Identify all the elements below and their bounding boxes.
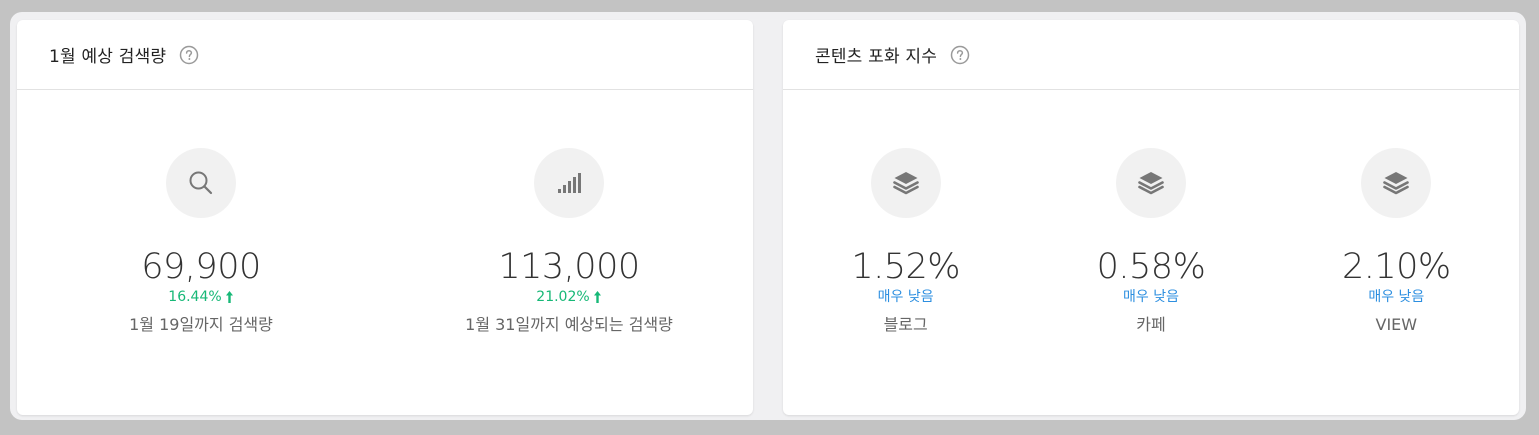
layers-icon (1361, 148, 1432, 218)
search-volume-card: 1월 예상 검색량 69,900 16.44% 1월 19일까지 검색량 113… (17, 20, 753, 415)
dashboard-panel: 1월 예상 검색량 69,900 16.44% 1월 19일까지 검색량 113… (10, 12, 1526, 420)
stat-value: 113,000 (498, 247, 640, 287)
stat-caption: VIEW (1375, 315, 1418, 334)
saturation-level: 매우 낮음 (1123, 289, 1179, 305)
stat-caption: 1월 31일까지 예상되는 검색량 (465, 315, 673, 334)
signal-bars-icon (534, 148, 604, 218)
stat-projected-search-volume: 113,000 21.02% 1월 31일까지 예상되는 검색량 (385, 90, 753, 414)
stat-current-search-volume: 69,900 16.44% 1월 19일까지 검색량 (17, 90, 385, 414)
stat-value: 0.58% (1096, 247, 1206, 287)
saturation-level: 매우 낮음 (877, 289, 934, 305)
layers-icon (1115, 148, 1186, 218)
card-title: 콘텐츠 포화 지수 (815, 47, 938, 67)
stat-change-value: 21.02% (536, 289, 590, 305)
stat-cafe-saturation: 0.58% 매우 낮음 카페 (1028, 90, 1273, 414)
stat-change-value: 16.44% (168, 289, 222, 305)
saturation-level: 매우 낮음 (1368, 289, 1425, 305)
content-saturation-card: 콘텐츠 포화 지수 1.52% 매우 낮음 블로그 0.58% 매우 낮음 카페… (783, 20, 1519, 415)
arrow-up-icon (225, 291, 233, 303)
search-icon (166, 148, 236, 218)
help-icon[interactable] (950, 45, 970, 65)
card-header: 1월 예상 검색량 (17, 20, 753, 90)
card-title: 1월 예상 검색량 (49, 47, 167, 67)
stat-caption: 블로그 (883, 315, 928, 334)
stat-change: 21.02% (536, 288, 601, 306)
stat-value: 1.52% (851, 247, 960, 287)
stat-change: 16.44% (168, 288, 233, 306)
help-icon[interactable] (179, 45, 199, 65)
layers-icon (870, 148, 941, 218)
stat-caption: 카페 (1136, 315, 1166, 334)
stat-value: 2.10% (1341, 247, 1451, 287)
stat-value: 69,900 (141, 247, 261, 287)
stat-caption: 1월 19일까지 검색량 (129, 315, 273, 334)
stat-blog-saturation: 1.52% 매우 낮음 블로그 (783, 90, 1028, 414)
card-header: 콘텐츠 포화 지수 (783, 20, 1519, 90)
stat-view-saturation: 2.10% 매우 낮음 VIEW (1274, 90, 1519, 414)
arrow-up-icon (593, 291, 601, 303)
